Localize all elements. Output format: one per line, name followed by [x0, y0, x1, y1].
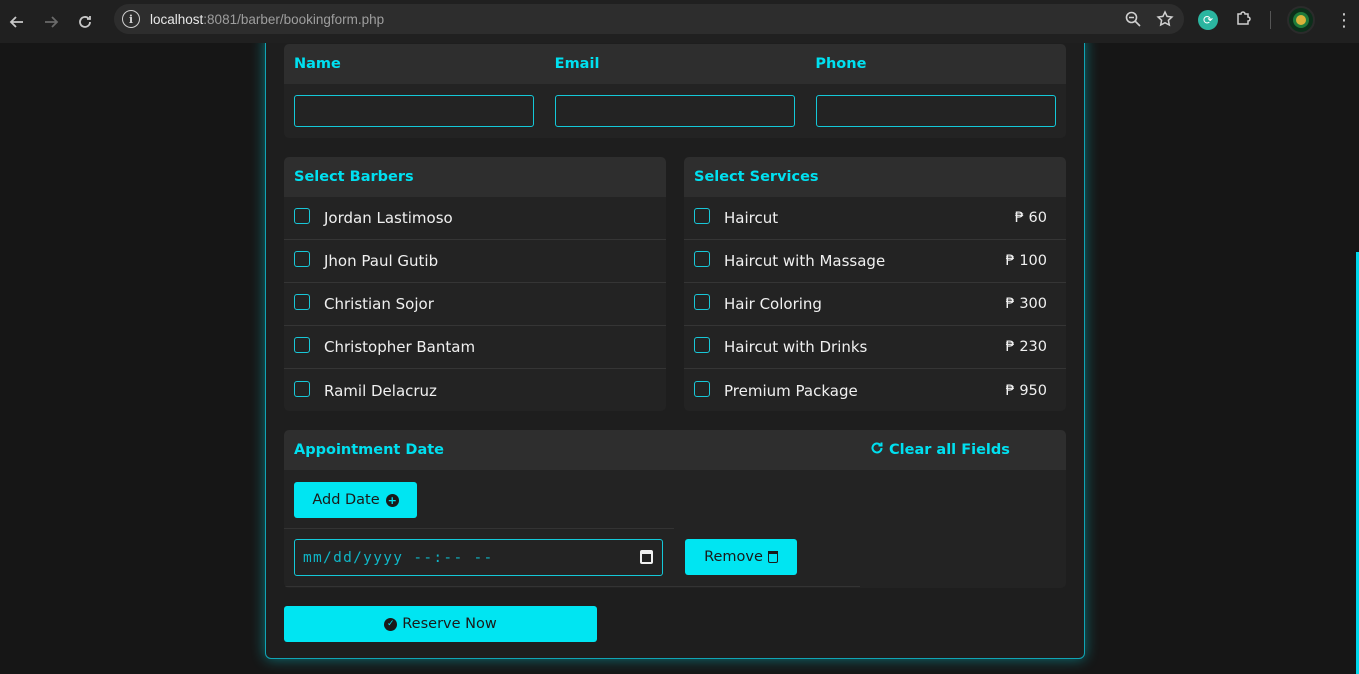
- checkbox[interactable]: [294, 251, 310, 267]
- appointment-datetime-input[interactable]: mm/dd/yyyy --:-- --: [294, 539, 663, 576]
- checkbox[interactable]: [694, 380, 710, 397]
- barber-item[interactable]: Jhon Paul Gutib: [284, 240, 666, 283]
- service-item[interactable]: Hair Coloring ₱ 300: [684, 283, 1066, 326]
- checkbox[interactable]: [694, 208, 710, 224]
- address-bar[interactable]: i localhost:8081/barber/bookingform.php: [114, 4, 1184, 34]
- appointment-panel: Appointment Date Clear all Fields Add Da…: [284, 430, 1066, 588]
- email-input[interactable]: [555, 95, 795, 127]
- browser-toolbar: i localhost:8081/barber/bookingform.php …: [0, 0, 1359, 43]
- toolbar-divider: [1270, 11, 1271, 29]
- forward-icon[interactable]: [34, 5, 68, 39]
- service-item[interactable]: Premium Package ₱ 950: [684, 369, 1066, 411]
- divider: [284, 586, 860, 587]
- services-panel: Select Services Haircut ₱ 60 Haircut with…: [684, 157, 1066, 411]
- service-price: ₱ 230: [1005, 339, 1047, 355]
- barber-item[interactable]: Jordan Lastimoso: [284, 197, 666, 240]
- extensions-icon[interactable]: [1234, 8, 1254, 32]
- service-item[interactable]: Haircut with Drinks ₱ 230: [684, 326, 1066, 369]
- clear-all-fields-link[interactable]: Clear all Fields: [870, 441, 1010, 459]
- service-item[interactable]: Haircut with Massage ₱ 100: [684, 240, 1066, 283]
- service-item[interactable]: Haircut ₱ 60: [684, 197, 1066, 240]
- service-price: ₱ 100: [1005, 253, 1047, 269]
- phone-input[interactable]: [816, 95, 1056, 127]
- url-text: localhost:8081/barber/bookingform.php: [150, 11, 385, 27]
- profile-avatar[interactable]: [1287, 6, 1315, 34]
- contact-panel: Name Email Phone: [284, 44, 1066, 138]
- name-label: Name: [294, 56, 341, 72]
- site-info-icon[interactable]: i: [122, 10, 140, 28]
- appointment-title: Appointment Date: [294, 442, 444, 458]
- calendar-icon[interactable]: [640, 550, 653, 564]
- reload-icon[interactable]: [68, 5, 102, 39]
- service-price: ₱ 950: [1005, 382, 1047, 399]
- checkbox[interactable]: [694, 294, 710, 310]
- plus-circle-icon: +: [385, 493, 399, 507]
- barber-item[interactable]: Ramil Delacruz: [284, 369, 666, 411]
- barber-item[interactable]: Christian Sojor: [284, 283, 666, 326]
- barber-item[interactable]: Christopher Bantam: [284, 326, 666, 369]
- checkbox[interactable]: [294, 294, 310, 310]
- back-icon[interactable]: [0, 5, 34, 39]
- check-circle-icon: ✓: [384, 617, 398, 631]
- booking-form-card: Name Email Phone Select Barbers Jordan L…: [265, 43, 1085, 659]
- reserve-now-button[interactable]: ✓ Reserve Now: [284, 606, 597, 642]
- service-price: ₱ 60: [1014, 210, 1047, 226]
- phone-label: Phone: [815, 56, 867, 72]
- page-content: Name Email Phone Select Barbers Jordan L…: [0, 43, 1359, 674]
- bookmark-star-icon[interactable]: [1156, 10, 1174, 32]
- checkbox[interactable]: [294, 208, 310, 224]
- barbers-panel: Select Barbers Jordan Lastimoso Jhon Pau…: [284, 157, 666, 411]
- menu-kebab-icon[interactable]: ⋮: [1335, 10, 1353, 31]
- checkbox[interactable]: [294, 380, 310, 397]
- email-label: Email: [554, 56, 600, 72]
- checkbox[interactable]: [694, 337, 710, 353]
- remove-date-button[interactable]: Remove: [685, 539, 797, 575]
- service-price: ₱ 300: [1005, 296, 1047, 312]
- divider: [284, 528, 674, 529]
- checkbox[interactable]: [294, 337, 310, 353]
- refresh-icon: [870, 441, 884, 459]
- zoom-icon[interactable]: [1124, 10, 1142, 32]
- trash-icon: [767, 551, 778, 563]
- sync-extension-icon[interactable]: ⟳: [1198, 10, 1218, 30]
- name-input[interactable]: [294, 95, 534, 127]
- barbers-title: Select Barbers: [284, 157, 666, 197]
- services-title: Select Services: [684, 157, 1066, 197]
- checkbox[interactable]: [694, 251, 710, 267]
- add-date-button[interactable]: Add Date +: [294, 482, 417, 518]
